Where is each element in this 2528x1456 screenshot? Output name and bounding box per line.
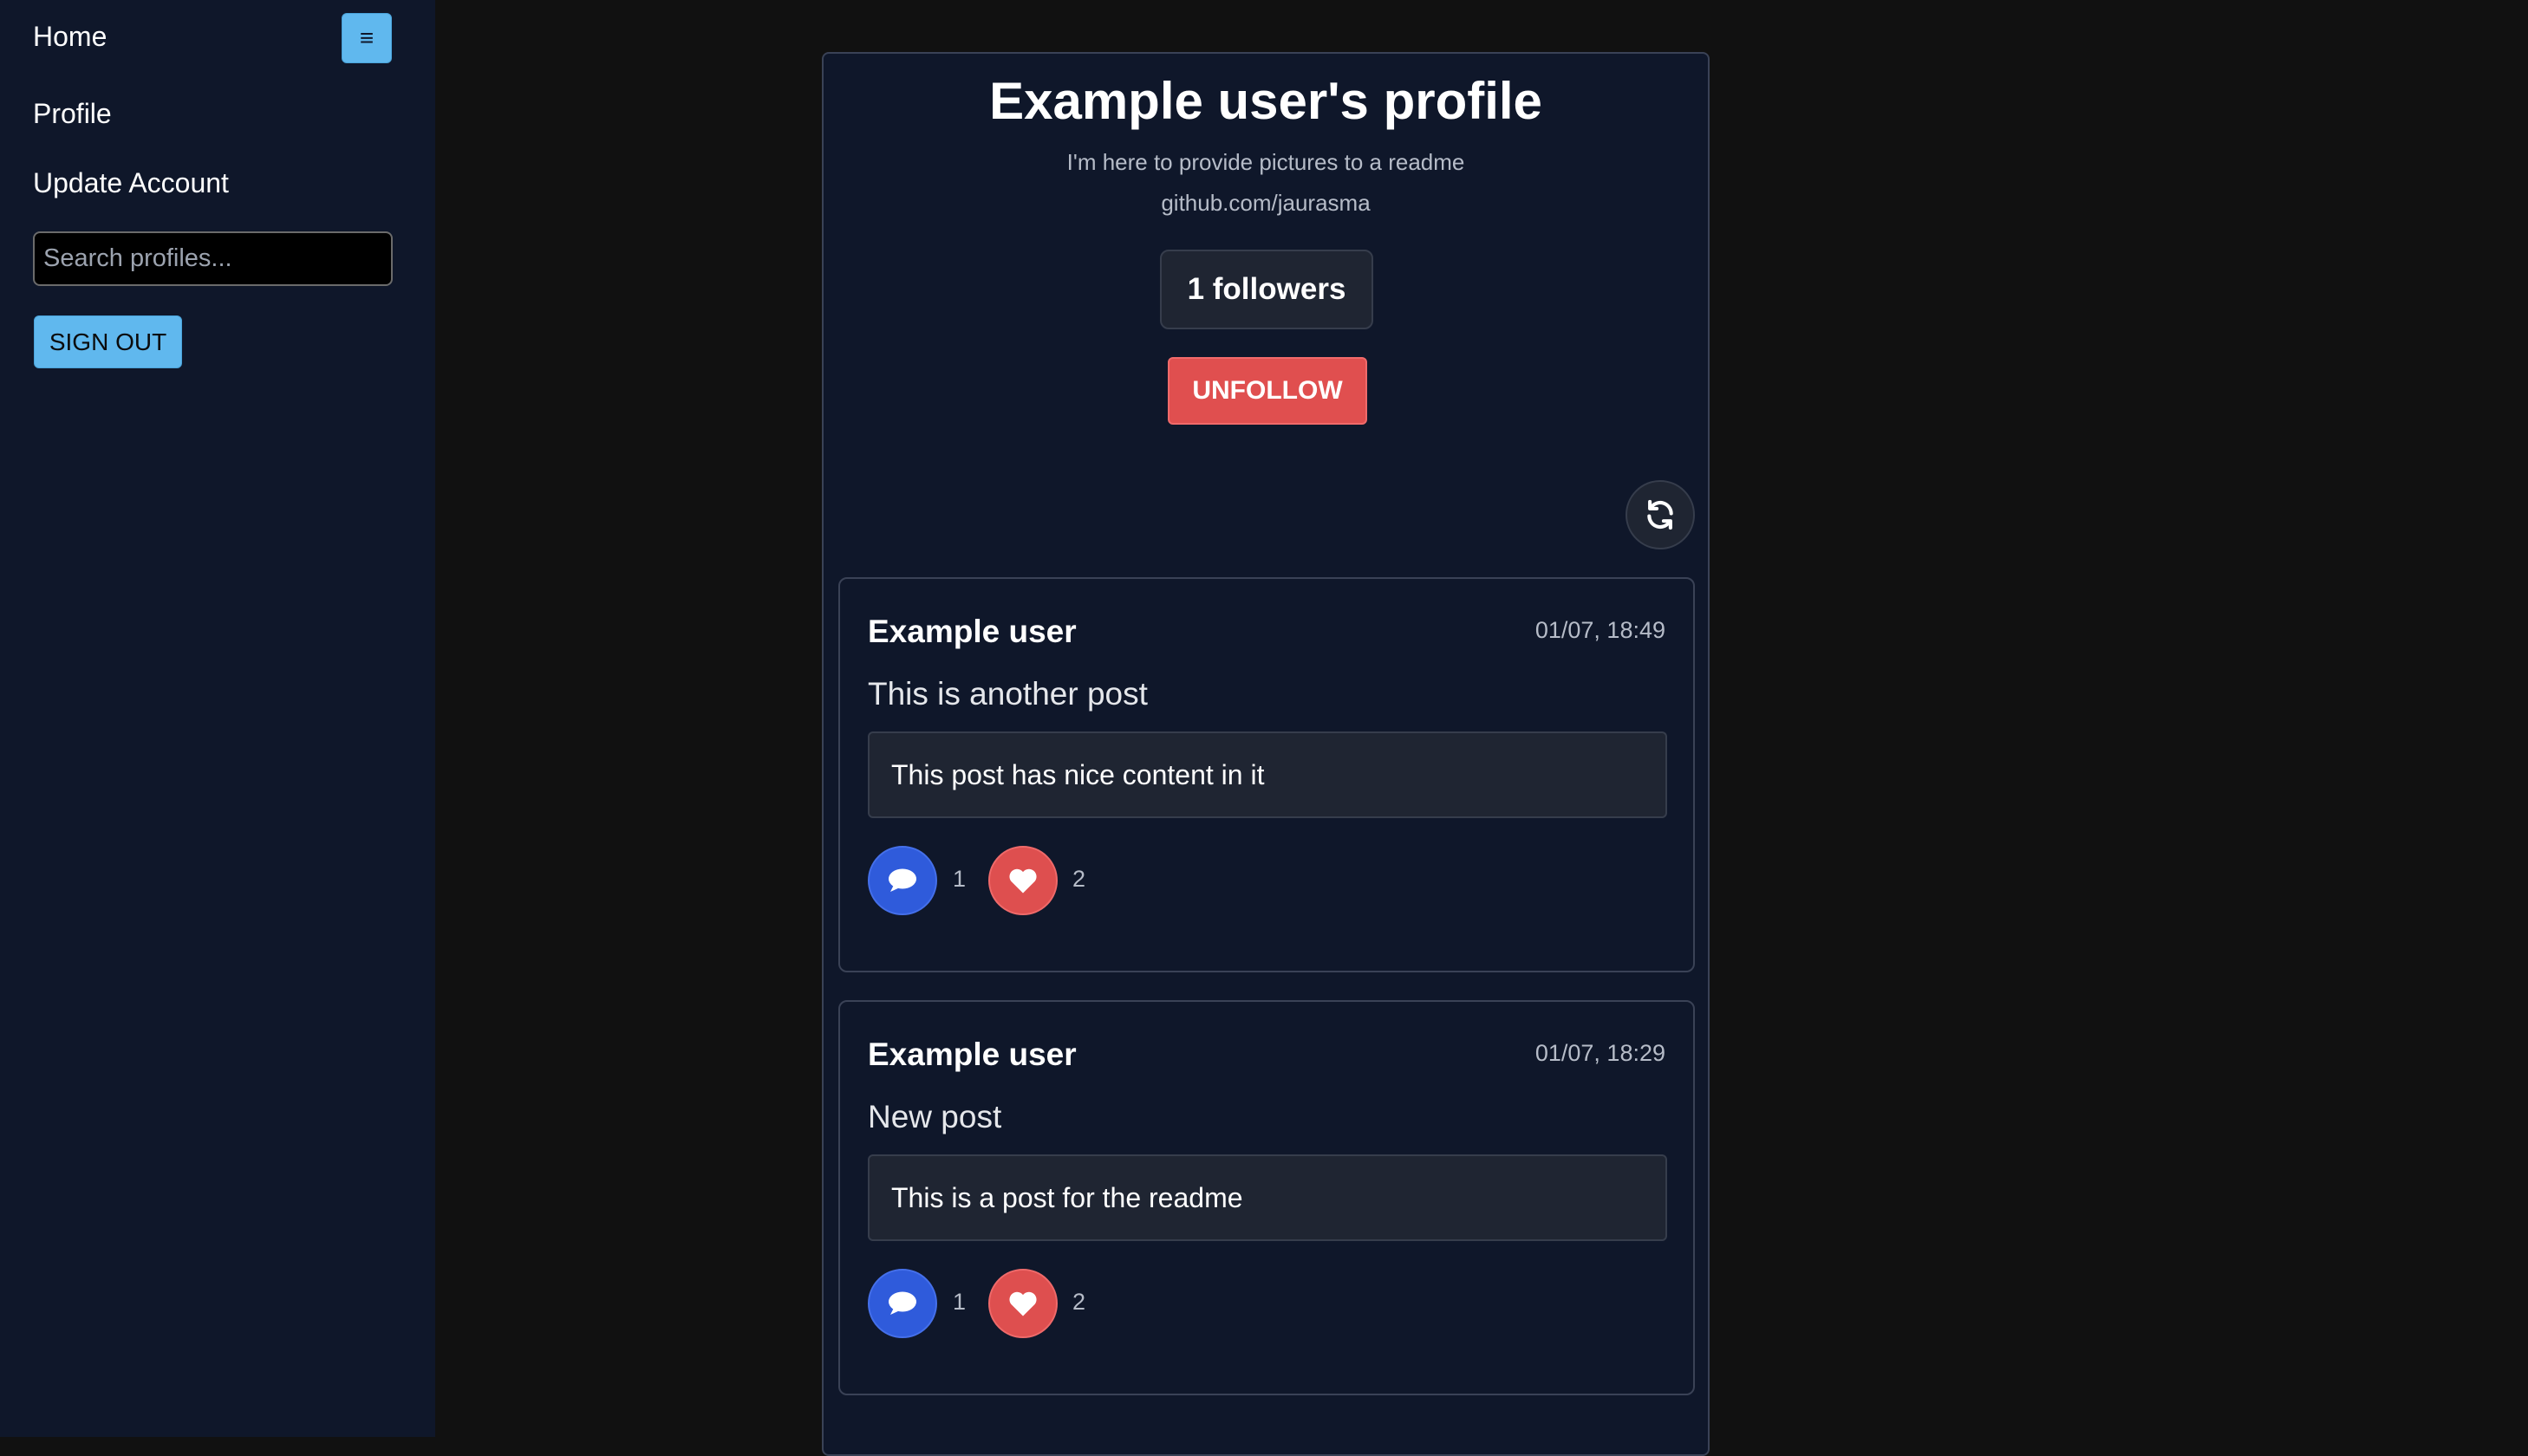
- like-button[interactable]: [988, 846, 1058, 915]
- refresh-button[interactable]: [1626, 480, 1695, 549]
- nav-home-link[interactable]: Home: [33, 21, 107, 53]
- heart-icon: [1009, 868, 1037, 894]
- comment-icon: [889, 1291, 916, 1315]
- profile-link: github.com/jaurasma: [1161, 190, 1371, 216]
- post-content: This post has nice content in it: [868, 731, 1667, 818]
- menu-icon: ≡: [359, 24, 375, 51]
- comment-count: 1: [953, 1289, 967, 1315]
- post-author[interactable]: Example user: [868, 1037, 1077, 1073]
- profile-card: Example user's profile I'm here to provi…: [822, 52, 1710, 1456]
- profile-bio: I'm here to provide pictures to a readme: [1066, 149, 1465, 175]
- nav-profile-link[interactable]: Profile: [33, 98, 112, 130]
- post-title: This is another post: [868, 676, 1148, 712]
- post-timestamp: 01/07, 18:49: [1534, 617, 1665, 643]
- comment-icon: [889, 868, 916, 892]
- menu-toggle-button[interactable]: ≡: [342, 13, 392, 63]
- refresh-icon: [1647, 499, 1673, 530]
- profile-title: Example user's profile: [989, 72, 1542, 130]
- search-profiles-input[interactable]: [33, 231, 393, 286]
- followers-count: 1 followers: [1160, 250, 1373, 329]
- post-title: New post: [868, 1099, 1002, 1134]
- comment-button[interactable]: [868, 1269, 937, 1338]
- post-card: Example user 01/07, 18:29 New post This …: [838, 1000, 1695, 1395]
- nav-update-account-link[interactable]: Update Account: [33, 167, 229, 199]
- comment-button[interactable]: [868, 846, 937, 915]
- comment-count: 1: [953, 866, 967, 892]
- post-timestamp: 01/07, 18:29: [1534, 1040, 1665, 1066]
- like-count: 2: [1072, 866, 1086, 892]
- sidebar: Home ≡ Profile Update Account SIGN OUT: [0, 0, 435, 1437]
- post-content: This is a post for the readme: [868, 1154, 1667, 1241]
- sign-out-button[interactable]: SIGN OUT: [34, 315, 182, 368]
- post-card: Example user 01/07, 18:49 This is anothe…: [838, 577, 1695, 972]
- unfollow-button[interactable]: UNFOLLOW: [1168, 357, 1367, 425]
- post-author[interactable]: Example user: [868, 614, 1077, 650]
- heart-icon: [1009, 1291, 1037, 1316]
- like-button[interactable]: [988, 1269, 1058, 1338]
- like-count: 2: [1072, 1289, 1086, 1315]
